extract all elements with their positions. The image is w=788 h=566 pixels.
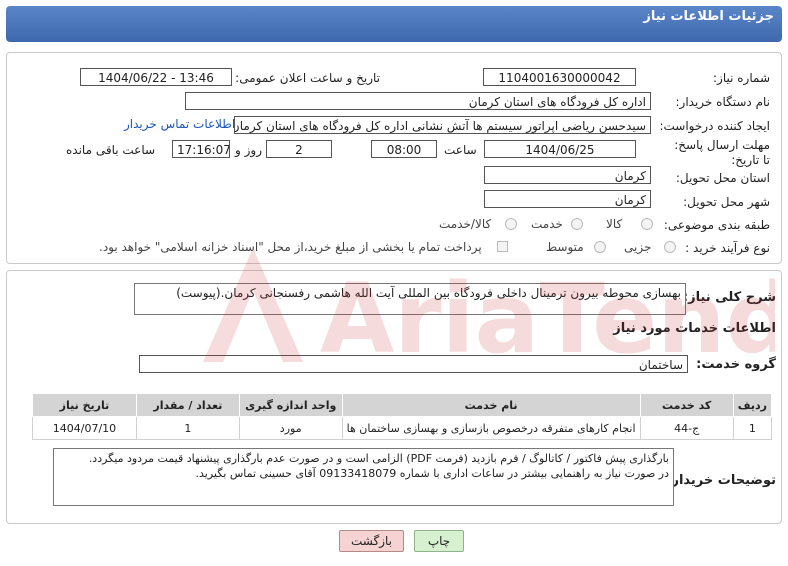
summary-text: بهسازی محوطه بیرون ترمینال داخلی فرودگاه…	[176, 286, 681, 300]
days-remaining-field[interactable]: 2	[266, 140, 332, 158]
cell-row: 1	[732, 416, 773, 440]
cell-need-date: 1404/07/10	[32, 416, 137, 440]
requester-field[interactable]: سیدحسن ریاضی اپراتور سیستم ها آتش نشانی …	[234, 116, 651, 134]
category-service-radio[interactable]	[571, 218, 583, 230]
col-quantity: تعداد / مقدار	[135, 393, 240, 417]
print-button[interactable]: چاپ	[414, 530, 464, 552]
remaining-time-field[interactable]: 17:16:07	[172, 140, 230, 158]
category-goods-service-radio[interactable]	[505, 218, 517, 230]
buyer-org-field[interactable]: اداره کل فرودگاه های استان کرمان	[185, 92, 651, 110]
col-row: ردیف	[732, 393, 773, 417]
buyer-notes-textarea[interactable]: بارگذاری پیش فاکتور / کاتالوگ / فرم بازد…	[53, 448, 674, 506]
process-medium-label: متوسط	[546, 240, 584, 254]
announce-datetime-label: تاریخ و ساعت اعلان عمومی:	[235, 71, 380, 85]
service-group-label: گروه خدمت:	[696, 357, 776, 372]
page-title: جزئیات اطلاعات نیاز	[643, 9, 774, 24]
col-service-name: نام خدمت	[341, 393, 641, 417]
cell-service-name: انجام کارهای متفرقه درخصوص بازسازی و بهس…	[341, 416, 641, 440]
services-table-header: ردیف کد خدمت نام خدمت واحد اندازه گیری ت…	[32, 393, 773, 417]
process-medium-radio[interactable]	[594, 241, 606, 253]
remaining-label: ساعت باقی مانده	[66, 143, 156, 157]
category-service-label: خدمت	[531, 217, 563, 231]
cell-service-code: ج-44	[639, 416, 734, 440]
delivery-city-field[interactable]: کرمان	[484, 190, 651, 208]
deadline-label: مهلت ارسال پاسخ: تا تاریخ:	[674, 138, 770, 167]
treasury-payment-checkbox[interactable]	[497, 241, 508, 252]
delivery-province-field[interactable]: کرمان	[484, 166, 651, 184]
process-label: نوع فرآیند خرید :	[685, 241, 770, 255]
days-label: روز و	[235, 143, 262, 157]
cell-quantity: 1	[135, 416, 240, 440]
col-unit: واحد اندازه گیری	[238, 393, 343, 417]
deadline-date-field[interactable]: 1404/06/25	[484, 140, 636, 158]
treasury-payment-note: پرداخت تمام یا بخشی از مبلغ خرید،از محل …	[99, 240, 482, 254]
buyer-notes-label: توضیحات خریدار:	[666, 473, 776, 488]
col-service-code: کد خدمت	[639, 393, 734, 417]
category-goods-radio[interactable]	[641, 218, 653, 230]
process-minor-label: جزیی	[624, 240, 652, 254]
cell-unit: مورد	[238, 416, 343, 440]
delivery-city-label: شهر محل تحویل:	[683, 195, 770, 209]
services-section-title: اطلاعات خدمات مورد نیاز	[613, 321, 776, 336]
buyer-notes-line-1: بارگذاری پیش فاکتور / کاتالوگ / فرم بازد…	[88, 452, 669, 465]
deadline-time-field[interactable]: 08:00	[371, 140, 437, 158]
category-label: طبقه بندی موضوعی:	[663, 218, 770, 232]
table-row: 1 ج-44 انجام کارهای متفرقه درخصوص بازساز…	[32, 416, 773, 440]
summary-label: شرح کلی نیاز:	[682, 290, 776, 305]
summary-textarea[interactable]: بهسازی محوطه بیرون ترمینال داخلی فرودگاه…	[134, 283, 686, 315]
services-table: ردیف کد خدمت نام خدمت واحد اندازه گیری ت…	[32, 393, 773, 440]
buyer-notes-line-2: در صورت نیاز به راهنمایی بیشتر در ساعات …	[195, 467, 669, 480]
col-need-date: تاریخ نیاز	[32, 393, 137, 417]
deadline-time-label: ساعت	[444, 143, 477, 157]
process-minor-radio[interactable]	[664, 241, 676, 253]
buyer-contact-link[interactable]: اطلاعات تماس خریدار	[124, 117, 235, 131]
service-group-field[interactable]: ساختمان	[139, 355, 688, 373]
need-number-label: شماره نیاز:	[713, 71, 770, 85]
back-button[interactable]: بازگشت	[339, 530, 404, 552]
category-goods-label: کالا	[606, 217, 623, 231]
need-number-field[interactable]: 1104001630000042	[483, 68, 636, 86]
announce-datetime-field[interactable]: 1404/06/22 - 13:46	[80, 68, 232, 86]
category-goods-service-label: کالا/خدمت	[439, 217, 492, 231]
buyer-org-label: نام دستگاه خریدار:	[675, 95, 771, 109]
requester-label: ایجاد کننده درخواست:	[659, 119, 770, 133]
delivery-province-label: استان محل تحویل:	[675, 171, 770, 185]
